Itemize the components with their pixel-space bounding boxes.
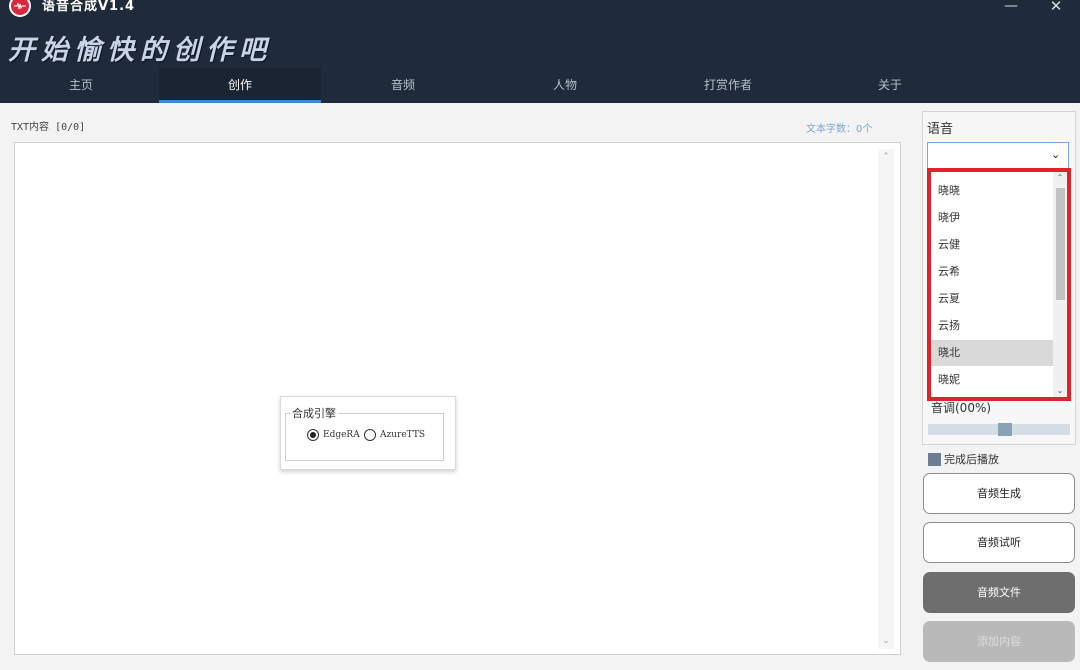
- engine-radio-label: AzureTTS: [380, 430, 426, 440]
- header-banner: 开始愉快的创作吧: [0, 26, 1080, 68]
- voice-option[interactable]: 云扬: [931, 313, 1053, 339]
- waveform-icon: [14, 2, 26, 10]
- title-bar: 语音合成V1.4 — ✕: [0, 0, 1080, 26]
- slogan-text: 开始愉快的创作吧: [8, 35, 272, 66]
- voice-option[interactable]: 云健: [931, 232, 1053, 258]
- dropdown-scroll-thumb[interactable]: [1056, 188, 1065, 300]
- checkbox-box[interactable]: [928, 452, 941, 466]
- radio-unselected-icon[interactable]: [364, 429, 376, 441]
- minimize-button[interactable]: —: [997, 0, 1025, 17]
- autoplay-label: 完成后播放: [944, 453, 999, 466]
- engine-radio-edgera[interactable]: EdgeRA: [307, 429, 360, 441]
- voice-option[interactable]: 晓妮: [931, 367, 1053, 393]
- voice-option[interactable]: 晓伊: [931, 205, 1053, 231]
- microphone-logo-icon: [9, 0, 31, 17]
- tab-home[interactable]: 主页: [0, 68, 162, 103]
- char-count-label: 文本字数：0个: [806, 124, 873, 135]
- nav-bar: 主页 创作 音频 人物 打赏作者 关于: [0, 68, 1080, 103]
- chevron-down-icon[interactable]: ⌄: [1051, 148, 1060, 161]
- voice-option[interactable]: 晓晓: [931, 178, 1053, 204]
- engine-radio-azuretts[interactable]: AzureTTS: [364, 429, 425, 441]
- add-content-button[interactable]: 添加内容: [923, 621, 1075, 662]
- tab-donate[interactable]: 打赏作者: [647, 68, 809, 103]
- voice-select[interactable]: ⌄: [927, 142, 1069, 169]
- voice-option[interactable]: 云夏: [931, 286, 1053, 312]
- dropdown-scrollbar[interactable]: ⌃ ⌄: [1053, 172, 1067, 397]
- pitch-label: 音调(00%): [931, 401, 992, 415]
- txt-content-label: TXT内容 [0/0]: [11, 122, 86, 133]
- chevron-up-icon[interactable]: ⌃: [878, 149, 894, 165]
- tab-audio[interactable]: 音频: [322, 68, 484, 103]
- chevron-down-icon[interactable]: ⌄: [878, 633, 894, 649]
- pitch-slider-thumb[interactable]: [998, 423, 1012, 436]
- engine-group-title: 合成引擎: [290, 405, 338, 421]
- preview-audio-button[interactable]: 音频试听: [923, 522, 1075, 563]
- voice-dropdown-list: 晓晓 晓伊 云健 云希 云夏 云扬 晓北 晓妮 ⌃ ⌄: [927, 168, 1071, 401]
- tab-characters[interactable]: 人物: [484, 68, 646, 103]
- close-button[interactable]: ✕: [1042, 0, 1070, 17]
- text-editor[interactable]: [14, 142, 901, 655]
- voice-label: 语音: [927, 122, 954, 137]
- radio-selected-icon[interactable]: [307, 429, 319, 441]
- voice-option[interactable]: 云希: [931, 259, 1053, 285]
- chevron-up-icon[interactable]: ⌃: [1053, 172, 1067, 184]
- app-window: 语音合成V1.4 — ✕ 开始愉快的创作吧 主页 创作 音频 人物 打赏作者 关…: [0, 0, 1080, 670]
- voice-option-highlighted[interactable]: 晓北: [931, 340, 1053, 366]
- generate-audio-button[interactable]: 音频生成: [923, 473, 1075, 514]
- engine-radio-label: EdgeRA: [323, 430, 360, 440]
- chevron-down-icon[interactable]: ⌄: [1053, 385, 1067, 397]
- autoplay-checkbox[interactable]: 完成后播放: [928, 451, 999, 467]
- tab-create[interactable]: 创作: [159, 68, 321, 103]
- tab-about[interactable]: 关于: [809, 68, 971, 103]
- editor-scrollbar[interactable]: ⌃ ⌄: [878, 149, 894, 649]
- audio-file-button[interactable]: 音频文件: [923, 572, 1075, 613]
- app-title: 语音合成V1.4: [42, 0, 136, 14]
